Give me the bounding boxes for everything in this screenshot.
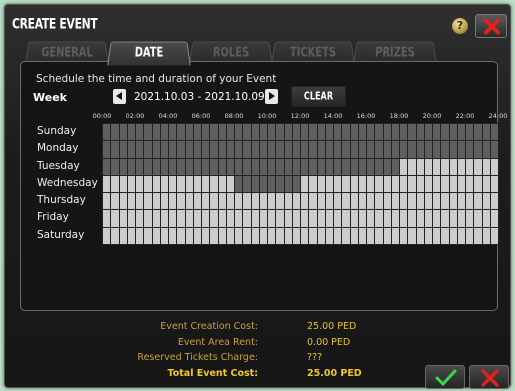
event-area-rent-value: 0.00 PED xyxy=(307,337,351,348)
create-event-window: CREATE EVENT ? GENERAL DATE ROLES TICKET… xyxy=(4,4,511,389)
close-icon xyxy=(482,17,502,35)
window-title: CREATE EVENT xyxy=(12,16,98,33)
hour-label: 16:00 xyxy=(356,112,376,120)
date-panel: Schedule the time and duration of your E… xyxy=(20,61,507,311)
day-label-saturday: Saturday xyxy=(37,228,85,241)
hour-label: 04:00 xyxy=(158,112,178,120)
help-icon[interactable]: ? xyxy=(452,18,468,34)
next-week-button[interactable] xyxy=(265,89,278,104)
hour-label: 24:00 xyxy=(488,112,508,120)
hour-label: 00:00 xyxy=(92,112,112,120)
close-button[interactable] xyxy=(475,14,507,38)
week-range: 2021.10.03 - 2021.10.09 xyxy=(134,91,265,103)
day-label-sunday: Sunday xyxy=(37,125,77,137)
hour-axis: 00:00 02:00 04:00 06:00 08:00 10:00 12:00 14:00… xyxy=(93,112,508,122)
tab-date[interactable]: DATE xyxy=(107,41,191,66)
hour-label: 08:00 xyxy=(224,112,244,120)
hour-label: 12:00 xyxy=(290,112,310,120)
event-area-rent-label: Event Area Rent: xyxy=(177,337,258,348)
checkmark-icon xyxy=(435,369,457,387)
previous-week-button[interactable] xyxy=(113,89,126,104)
hour-label: 10:00 xyxy=(257,112,277,120)
day-label-monday: Monday xyxy=(37,142,79,155)
hour-label: 20:00 xyxy=(422,112,442,120)
schedule-instruction: Schedule the time and duration of your E… xyxy=(36,73,277,85)
reserved-tickets-charge-label: Reserved Tickets Charge: xyxy=(137,352,258,363)
time-slot[interactable] xyxy=(489,209,499,228)
day-label-tuesday: Tuesday xyxy=(37,159,80,172)
time-slot[interactable] xyxy=(489,174,499,194)
total-event-cost-value: 25.00 PED xyxy=(307,368,362,379)
schedule-grid[interactable] xyxy=(102,123,499,245)
confirm-button[interactable] xyxy=(425,365,465,389)
time-slot xyxy=(489,123,499,142)
hour-label: 06:00 xyxy=(191,112,211,120)
cancel-button[interactable] xyxy=(469,365,509,389)
time-slot[interactable] xyxy=(489,157,499,176)
total-event-cost-label: Total Event Cost: xyxy=(167,368,259,379)
time-slot[interactable] xyxy=(489,226,499,245)
hour-label: 02:00 xyxy=(125,112,145,120)
cross-icon xyxy=(481,369,499,387)
hour-label: 14:00 xyxy=(323,112,343,120)
reserved-tickets-charge-value: ??? xyxy=(307,352,323,363)
event-creation-cost-label: Event Creation Cost: xyxy=(160,321,258,332)
day-label-wednesday: Wednesday xyxy=(37,176,98,189)
hour-label: 22:00 xyxy=(455,112,475,120)
time-slot xyxy=(489,140,499,159)
time-slot[interactable] xyxy=(489,192,499,211)
clear-button[interactable]: CLEAR xyxy=(291,86,346,107)
hour-label: 18:00 xyxy=(389,112,409,120)
day-label-friday: Friday xyxy=(37,211,69,224)
event-creation-cost-value: 25.00 PED xyxy=(307,321,357,332)
day-label-thursday: Thursday xyxy=(37,194,86,207)
week-label: Week xyxy=(33,91,67,104)
